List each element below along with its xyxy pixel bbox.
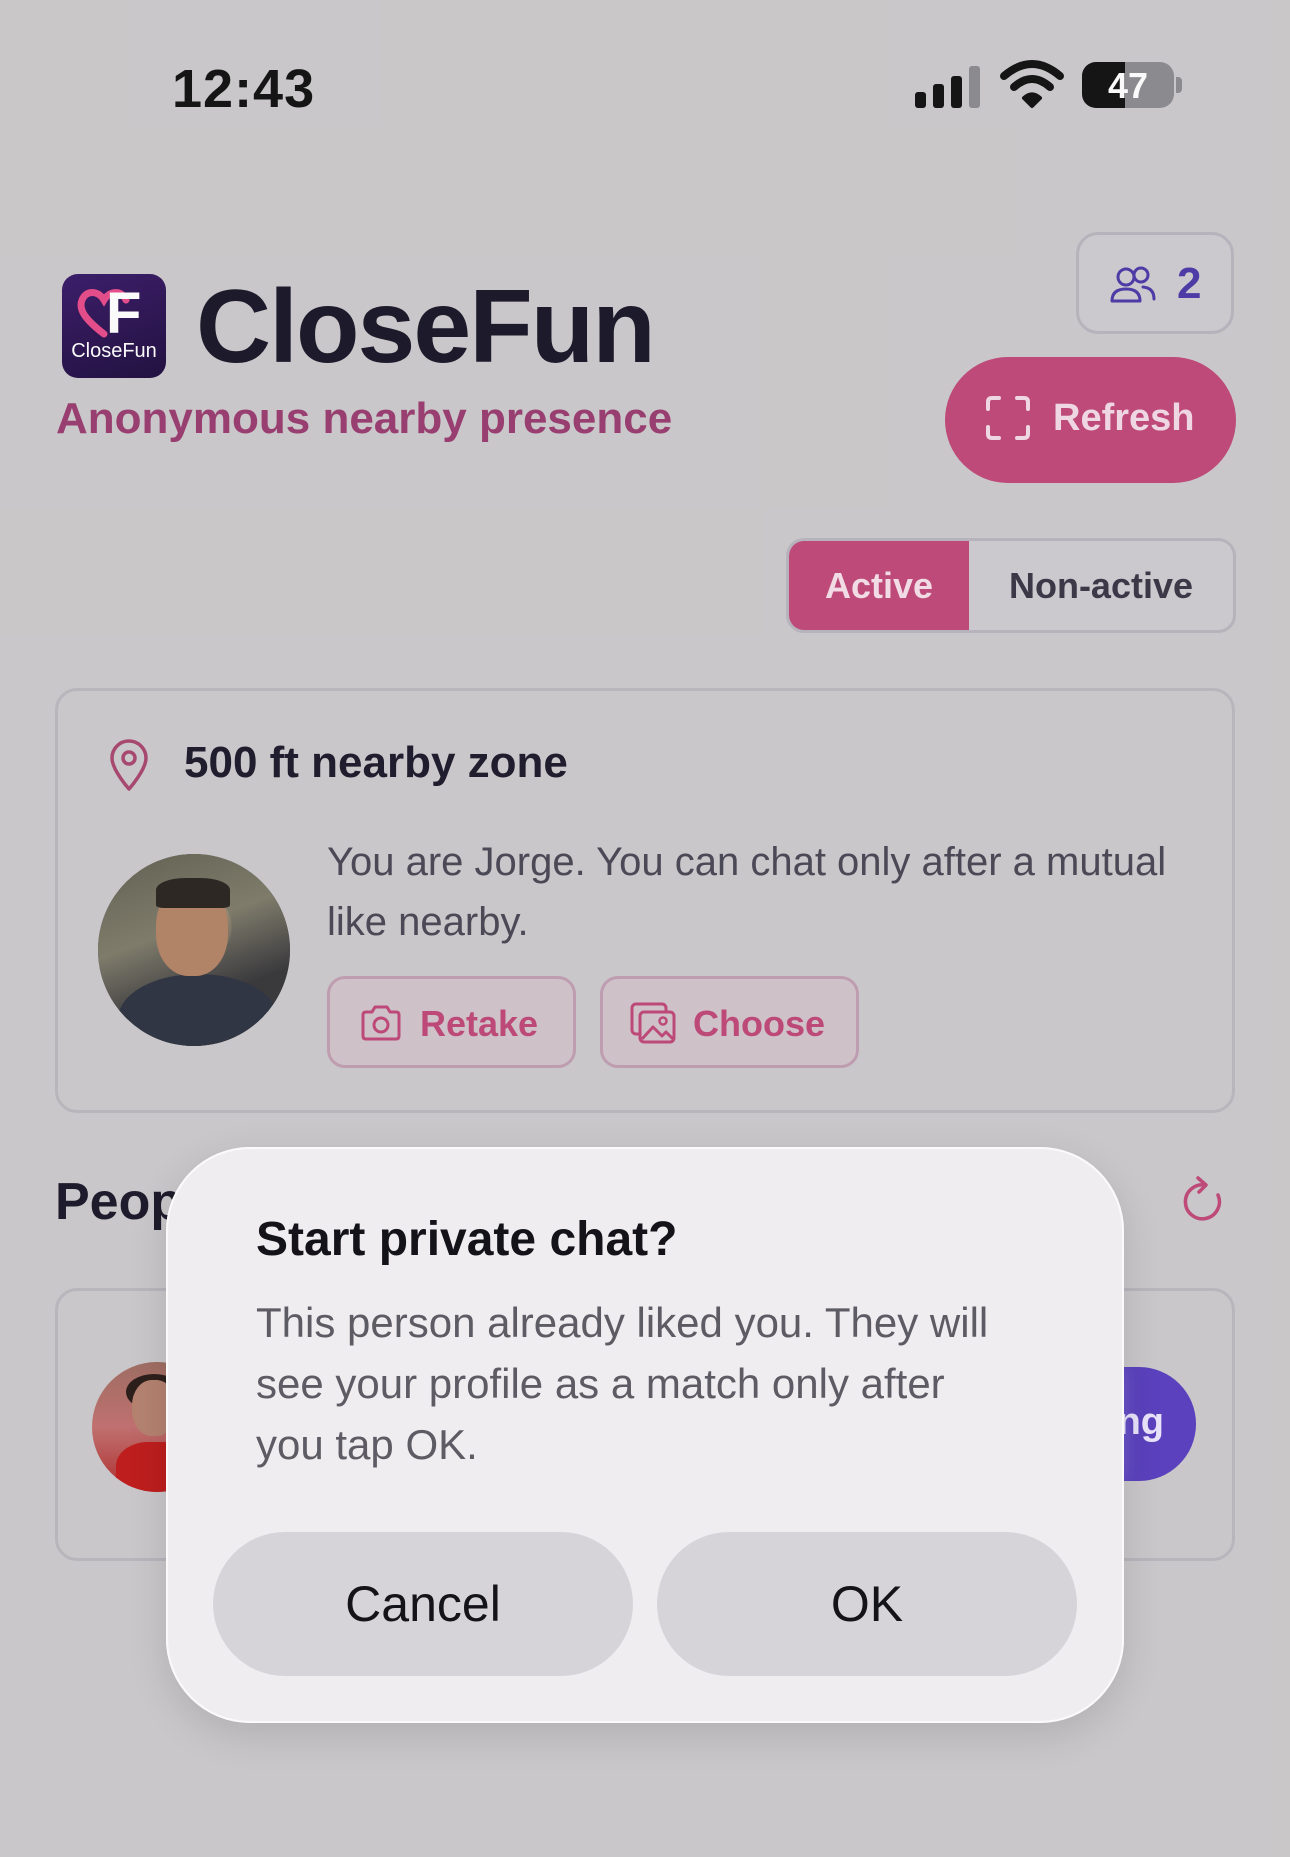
dialog-title: Start private chat?	[256, 1213, 678, 1266]
dialog-message: This person already liked you. They will…	[256, 1299, 989, 1468]
ok-button[interactable]: OK	[657, 1532, 1077, 1676]
cancel-button[interactable]: Cancel	[213, 1532, 633, 1676]
